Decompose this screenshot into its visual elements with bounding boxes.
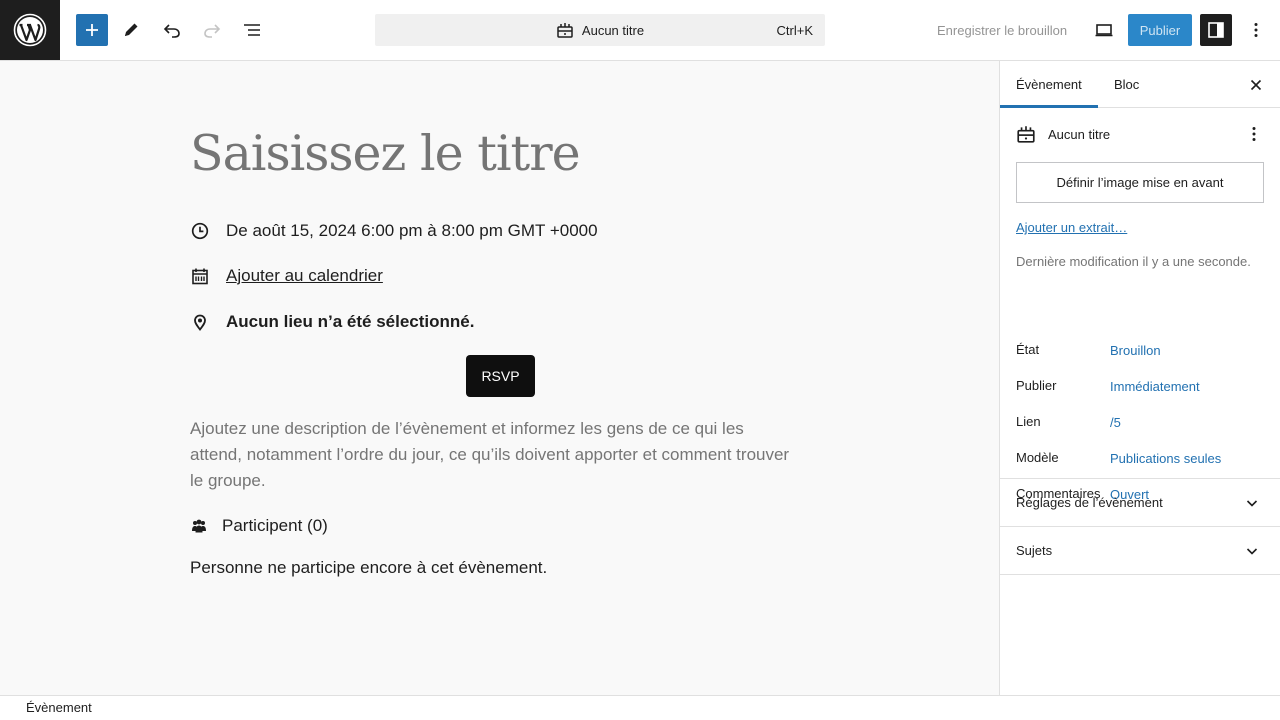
document-overview-button[interactable]: [236, 14, 268, 46]
summary-label: État: [1016, 342, 1040, 357]
clock-icon: [191, 222, 209, 240]
document-title: Aucun titre: [1048, 126, 1111, 142]
command-bar-title: Aucun titre: [581, 22, 645, 38]
publish-button[interactable]: Publier: [1128, 14, 1192, 46]
summary-row-template: Modèle Publications seules: [1016, 450, 1266, 466]
undo-button[interactable]: [156, 14, 188, 46]
post-summary-panel: Aucun titre Définir l’image mise en avan…: [1000, 108, 1280, 502]
more-vertical-icon: [1254, 23, 1258, 37]
undo-icon: [163, 24, 180, 38]
save-draft-button[interactable]: Enregistrer le brouillon: [928, 14, 1076, 46]
document-header: Aucun titre: [1016, 124, 1266, 144]
summary-row-link: Lien /5: [1016, 414, 1266, 430]
panel-topics[interactable]: Sujets: [1000, 527, 1280, 575]
rsvp-button[interactable]: RSVP: [466, 355, 535, 397]
event-document-icon: [557, 23, 573, 38]
panel-title: Sujets: [1016, 543, 1053, 558]
editor-header: Aucun titre Ctrl+K Enregistrer le brouil…: [0, 0, 1280, 61]
calendar-icon: [192, 268, 208, 285]
command-palette-bar[interactable]: Aucun titre Ctrl+K: [375, 14, 825, 46]
panel-title: Réglages de l’évènement: [1016, 495, 1163, 510]
people-icon: [192, 519, 206, 533]
post-title-input[interactable]: Saisissez le titre: [190, 125, 581, 182]
preview-button[interactable]: [1088, 14, 1120, 46]
template-button[interactable]: Publications seules: [1110, 450, 1221, 466]
block-inserter-button[interactable]: [76, 14, 108, 46]
location-pin-icon: [194, 314, 206, 331]
permalink-button[interactable]: /5: [1110, 414, 1121, 430]
tools-button[interactable]: [115, 14, 147, 46]
close-icon: [1250, 79, 1262, 91]
status-value-button[interactable]: Brouillon: [1110, 342, 1161, 358]
block-breadcrumb[interactable]: Évènement: [26, 700, 92, 715]
event-datetime-text: De août 15, 2024 6:00 pm à 8:00 pm GMT +…: [226, 221, 598, 240]
chevron-down-icon: [1246, 500, 1258, 507]
options-menu-button[interactable]: [1240, 14, 1272, 46]
summary-label: Modèle: [1016, 450, 1059, 465]
settings-sidebar: Évènement Bloc Aucun titre Définir l’ima…: [999, 61, 1280, 695]
tab-block[interactable]: Bloc: [1098, 61, 1155, 108]
close-sidebar-button[interactable]: [1244, 73, 1268, 97]
no-attendees-text: Personne ne participe encore à cet évène…: [190, 558, 548, 577]
plus-icon: [86, 24, 98, 36]
attendees-heading: Participent (0): [190, 516, 328, 536]
desktop-preview-icon: [1095, 24, 1113, 37]
more-vertical-icon: [1252, 127, 1256, 141]
publish-date-button[interactable]: Immédiatement: [1110, 378, 1200, 394]
summary-label: Lien: [1016, 414, 1041, 429]
summary-label: Publier: [1016, 378, 1057, 393]
wordpress-icon: [13, 13, 47, 47]
attendees-title: Participent (0): [222, 516, 328, 535]
event-venue: Aucun lieu n’a été sélectionné.: [190, 312, 474, 332]
event-venue-text: Aucun lieu n’a été sélectionné.: [226, 312, 475, 331]
editor-app: Aucun titre Ctrl+K Enregistrer le brouil…: [0, 0, 1280, 720]
pencil-icon: [125, 23, 138, 36]
redo-icon: [204, 24, 221, 38]
command-bar-shortcut: Ctrl+K: [776, 22, 813, 38]
event-description-placeholder[interactable]: Ajoutez une description de l’évènement e…: [190, 416, 790, 494]
last-modified-text: Dernière modification il y a une seconde…: [1016, 254, 1251, 269]
sidebar-icon: [1208, 22, 1224, 38]
summary-row-publish: Publier Immédiatement: [1016, 378, 1266, 394]
settings-toggle-button[interactable]: [1200, 14, 1232, 46]
editor-footer: Évènement: [0, 695, 1280, 720]
summary-row-status: État Brouillon: [1016, 342, 1266, 358]
event-document-icon: [1017, 126, 1035, 143]
list-view-icon: [244, 24, 260, 36]
sidebar-tabs: Évènement Bloc: [1000, 61, 1280, 108]
add-excerpt-link[interactable]: Ajouter un extrait…: [1016, 220, 1127, 235]
set-featured-image-button[interactable]: Définir l’image mise en avant: [1016, 162, 1264, 203]
event-datetime: De août 15, 2024 6:00 pm à 8:00 pm GMT +…: [190, 221, 598, 241]
wordpress-logo-button[interactable]: [0, 0, 60, 60]
panel-event-settings[interactable]: Réglages de l’évènement: [1000, 479, 1280, 527]
chevron-down-icon: [1246, 548, 1258, 555]
document-actions-button[interactable]: [1242, 122, 1266, 146]
editor-canvas: Saisissez le titre De août 15, 2024 6:00…: [0, 61, 999, 695]
event-calendar: Ajouter au calendrier: [190, 266, 383, 286]
tab-event[interactable]: Évènement: [1000, 61, 1098, 108]
redo-button[interactable]: [196, 14, 228, 46]
add-to-calendar-link[interactable]: Ajouter au calendrier: [226, 266, 383, 286]
